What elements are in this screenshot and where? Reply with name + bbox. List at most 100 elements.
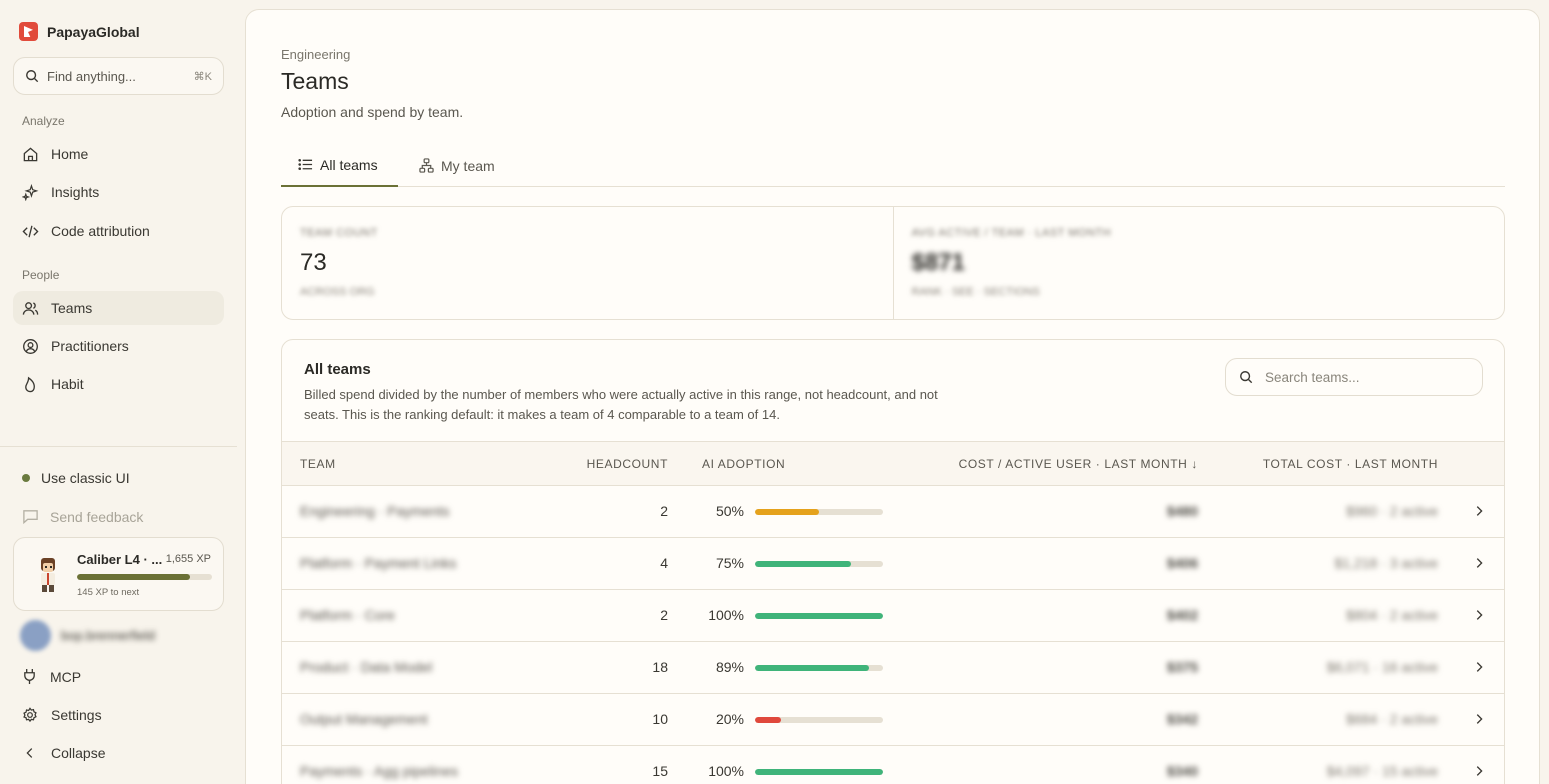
section-people: People bbox=[22, 268, 60, 282]
adoption-bar-fill bbox=[755, 665, 869, 671]
xp-next-label: 145 XP to next bbox=[77, 587, 140, 598]
feedback-label: Send feedback bbox=[50, 508, 144, 525]
avatar bbox=[20, 620, 51, 651]
stats-row: TEAM COUNT 73 ACROSS ORG AVG ACTIVE / TE… bbox=[281, 206, 1505, 320]
sidebar-item-practitioners[interactable]: Practitioners bbox=[13, 329, 224, 363]
code-icon bbox=[22, 223, 39, 240]
sidebar-item-home[interactable]: Home bbox=[13, 137, 224, 171]
brand[interactable]: PapayaGlobal bbox=[19, 22, 140, 41]
adoption-bar-fill bbox=[755, 561, 851, 567]
sidebar-item-label: Home bbox=[51, 146, 89, 162]
users-icon bbox=[22, 300, 39, 317]
adoption-bar-fill bbox=[755, 769, 883, 775]
column-cost-per-active-user[interactable]: COST / ACTIVE USER · LAST MONTH ↓ bbox=[959, 457, 1198, 471]
table-row[interactable]: Platform · Core 2 100% $402 $804 · 2 act… bbox=[282, 590, 1504, 642]
message-icon bbox=[22, 508, 39, 525]
column-team[interactable]: TEAM bbox=[300, 457, 336, 471]
search-placeholder: Find anything... bbox=[47, 68, 136, 84]
adoption-percent: 100% bbox=[708, 607, 744, 623]
adoption-bar bbox=[755, 665, 883, 671]
team-name: Engineering · Payments bbox=[300, 503, 450, 519]
total-cost-value: $684 · 2 active bbox=[1346, 711, 1438, 727]
cost-per-user-value: $340 bbox=[1166, 763, 1198, 779]
chevron-right-icon[interactable] bbox=[1472, 608, 1486, 625]
sidebar-collapse-button[interactable]: Collapse bbox=[22, 745, 105, 761]
tab-all-teams[interactable]: All teams bbox=[281, 144, 398, 187]
sparkles-icon bbox=[22, 183, 39, 201]
adoption-percent: 20% bbox=[715, 711, 744, 727]
table-row[interactable]: Output Management 10 20% $342 $684 · 2 a… bbox=[282, 694, 1504, 746]
home-icon bbox=[22, 146, 39, 163]
total-cost-value: $804 · 2 active bbox=[1346, 607, 1438, 623]
chevron-right-icon[interactable] bbox=[1472, 556, 1486, 573]
adoption-bar bbox=[755, 613, 883, 619]
total-cost-value: $6,071 · 16 active bbox=[1326, 659, 1438, 675]
breadcrumb[interactable]: Engineering bbox=[281, 47, 350, 62]
column-headcount[interactable]: HEADCOUNT bbox=[587, 457, 668, 471]
user-circle-icon bbox=[22, 338, 39, 355]
adoption-percent: 75% bbox=[715, 555, 744, 571]
adoption-bar-fill bbox=[755, 717, 781, 723]
stat-label: TEAM COUNT bbox=[300, 227, 378, 239]
stat-team-count: TEAM COUNT 73 ACROSS ORG bbox=[282, 207, 893, 319]
adoption-percent: 89% bbox=[715, 659, 744, 675]
papaya-logo-icon bbox=[19, 22, 38, 41]
tab-bar: All teams My team bbox=[281, 144, 1505, 187]
status-dot-icon bbox=[22, 474, 30, 482]
stat-value: 73 bbox=[300, 249, 327, 276]
chevron-right-icon[interactable] bbox=[1472, 712, 1486, 729]
list-icon bbox=[298, 157, 313, 172]
team-search-input[interactable]: Search teams... bbox=[1225, 358, 1483, 396]
total-cost-value: $4,097 · 15 active bbox=[1326, 763, 1438, 779]
adoption-percent: 100% bbox=[708, 763, 744, 779]
stat-label: AVG ACTIVE / TEAM · LAST MONTH bbox=[911, 227, 1112, 239]
user-profile[interactable]: bop.brennerfield bbox=[20, 620, 155, 651]
table-row[interactable]: Engineering · Payments 2 50% $480 $960 ·… bbox=[282, 486, 1504, 538]
total-cost-value: $1,218 · 3 active bbox=[1334, 555, 1438, 571]
sidebar-item-mcp[interactable]: MCP bbox=[22, 668, 81, 685]
use-classic-ui-link[interactable]: Use classic UI bbox=[22, 470, 130, 486]
search-icon bbox=[1239, 370, 1253, 384]
sidebar-item-insights[interactable]: Insights bbox=[13, 175, 224, 209]
send-feedback-button[interactable]: Send feedback bbox=[22, 508, 143, 525]
chevron-right-icon[interactable] bbox=[1472, 764, 1486, 781]
plug-icon bbox=[22, 668, 37, 685]
sidebar-item-label: Teams bbox=[51, 300, 93, 316]
xp-level-title: Caliber L4 · ... bbox=[77, 552, 163, 567]
sidebar-item-label: Insights bbox=[51, 184, 100, 200]
column-total-cost[interactable]: TOTAL COST · LAST MONTH bbox=[1263, 457, 1438, 471]
global-search-input[interactable]: Find anything... ⌘K bbox=[13, 57, 224, 95]
sidebar-divider bbox=[0, 446, 237, 447]
sidebar-item-code-attribution[interactable]: Code attribution bbox=[13, 214, 224, 248]
sidebar-item-habit[interactable]: Habit bbox=[13, 367, 224, 401]
cost-per-user-value: $406 bbox=[1166, 555, 1198, 571]
xp-value: 1,655 XP bbox=[165, 553, 211, 565]
chevron-right-icon[interactable] bbox=[1472, 504, 1486, 521]
sidebar-item-settings[interactable]: Settings bbox=[22, 707, 102, 723]
org-chart-icon bbox=[419, 158, 434, 173]
headcount-value: 15 bbox=[652, 763, 668, 779]
sidebar-item-label: Code attribution bbox=[51, 223, 150, 239]
team-name: Output Management bbox=[300, 711, 428, 727]
tab-my-team[interactable]: My team bbox=[402, 144, 512, 187]
sidebar-item-teams[interactable]: Teams bbox=[13, 291, 224, 325]
adoption-bar bbox=[755, 509, 883, 515]
xp-progress-card[interactable]: Caliber L4 · ... 1,655 XP 145 XP to next bbox=[13, 537, 224, 611]
tab-label: All teams bbox=[320, 156, 378, 173]
chevron-right-icon[interactable] bbox=[1472, 660, 1486, 677]
teams-table-card: All teams Billed spend divided by the nu… bbox=[281, 339, 1505, 784]
search-icon bbox=[25, 69, 39, 83]
table-title: All teams bbox=[304, 361, 371, 378]
sidebar-item-label: Practitioners bbox=[51, 338, 129, 354]
table-row[interactable]: Payments · Agg pipelines 15 100% $340 $4… bbox=[282, 746, 1504, 784]
team-name: Platform · Core bbox=[300, 607, 395, 623]
column-ai-adoption[interactable]: AI ADOPTION bbox=[702, 457, 785, 471]
headcount-value: 10 bbox=[652, 711, 668, 727]
sidebar-item-label: MCP bbox=[50, 668, 82, 685]
gear-icon bbox=[22, 707, 38, 723]
table-row[interactable]: Platform · Payment Links 4 75% $406 $1,2… bbox=[282, 538, 1504, 590]
user-name: bop.brennerfield bbox=[61, 628, 155, 643]
adoption-bar-fill bbox=[755, 613, 883, 619]
table-row[interactable]: Product · Data Model 18 89% $375 $6,071 … bbox=[282, 642, 1504, 694]
cost-per-user-value: $375 bbox=[1166, 659, 1198, 675]
